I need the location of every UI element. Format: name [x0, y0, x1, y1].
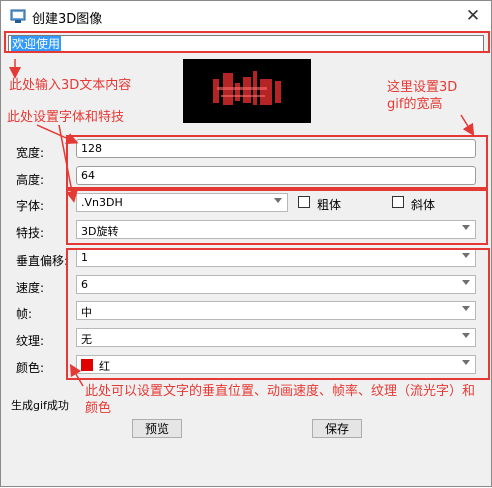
font-label: 字体:	[16, 199, 45, 213]
speed-label: 速度:	[16, 281, 45, 295]
color-value: 红	[99, 360, 110, 373]
color-label: 颜色:	[16, 361, 45, 375]
effect-select[interactable]: 3D旋转	[76, 220, 476, 239]
texture-value: 无	[81, 333, 92, 346]
frame-value: 中	[81, 306, 92, 319]
app-icon	[10, 9, 26, 23]
color-swatch	[81, 359, 93, 371]
window-title: 创建3D图像	[32, 12, 103, 27]
color-select[interactable]: 红	[76, 355, 476, 374]
v-offset-value: 1	[81, 251, 88, 264]
speed-value: 6	[81, 278, 88, 291]
bold-checkbox[interactable]	[298, 196, 310, 208]
font-select[interactable]: .Vn3DH	[76, 193, 288, 212]
width-field[interactable]: 128	[76, 139, 476, 158]
annotation-input-note: 此处输入3D文本内容	[9, 78, 132, 93]
chevron-down-icon	[462, 306, 470, 311]
chevron-down-icon	[462, 360, 470, 365]
width-value: 128	[81, 142, 102, 155]
height-label: 高度:	[16, 173, 45, 187]
chevron-down-icon	[462, 253, 470, 258]
italic-label: 斜体	[411, 198, 436, 212]
height-value: 64	[81, 169, 95, 182]
gif-preview	[183, 59, 311, 123]
v-offset-select[interactable]: 1	[76, 248, 476, 267]
speed-select[interactable]: 6	[76, 275, 476, 294]
text-input[interactable]: 欢迎使用	[8, 35, 484, 53]
italic-checkbox[interactable]	[392, 196, 404, 208]
annotation-size-note: 这里设置3D gif的宽高	[387, 80, 458, 112]
frame-label: 帧:	[16, 307, 33, 321]
height-field[interactable]: 64	[76, 166, 476, 185]
chevron-down-icon	[462, 333, 470, 338]
annotation-font-note: 此处设置字体和特技	[7, 110, 125, 125]
text-input-value: 欢迎使用	[11, 36, 62, 52]
frame-select[interactable]: 中	[76, 301, 476, 320]
v-offset-label: 垂直偏移:	[16, 254, 69, 268]
close-icon[interactable]: ✕	[459, 3, 487, 29]
width-label: 宽度:	[16, 146, 45, 160]
texture-label: 纹理:	[16, 334, 45, 348]
effect-label: 特技:	[16, 226, 45, 240]
chevron-down-icon	[462, 225, 470, 230]
chevron-down-icon	[462, 280, 470, 285]
dialog-window: 创建3D图像 ✕ 欢迎使用 宽度: 128 高度: 64 字体: .Vn3DH …	[0, 0, 492, 487]
bold-label: 粗体	[317, 198, 342, 212]
effect-value: 3D旋转	[81, 225, 119, 238]
title-bar: 创建3D图像 ✕	[1, 1, 491, 31]
annotation-anim-note: 此处可以设置文字的垂直位置、动画速度、帧率、纹理（流光字）和颜色	[85, 384, 476, 416]
status-text: 生成gif成功	[11, 399, 69, 412]
preview-button[interactable]: 预览	[132, 419, 182, 438]
texture-select[interactable]: 无	[76, 328, 476, 347]
chevron-down-icon	[274, 198, 282, 203]
font-value: .Vn3DH	[81, 196, 123, 209]
preview-text-graphic	[213, 71, 281, 105]
save-button[interactable]: 保存	[312, 419, 362, 438]
